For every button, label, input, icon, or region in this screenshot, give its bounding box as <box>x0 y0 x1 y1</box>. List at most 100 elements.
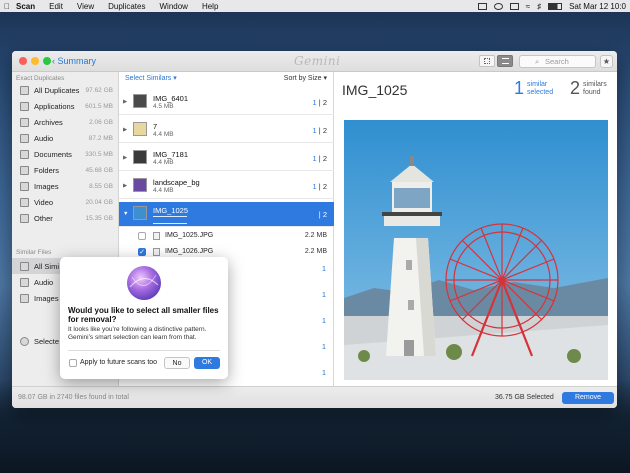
sidebar-item-documents[interactable]: Documents 330.5 MB <box>12 146 119 162</box>
disclosure-open-icon[interactable]: ▼ <box>123 211 128 217</box>
document-icon <box>20 149 29 159</box>
menu-edit[interactable]: Edit <box>49 2 63 11</box>
list-item[interactable]: ▶ IMG_7181 4.4 MB 1 | 2 <box>119 146 334 171</box>
sidebar-item-audio[interactable]: Audio 87.2 MB <box>12 130 119 146</box>
total-found-text: 98.07 GB in 2740 files found in total <box>18 394 129 401</box>
gemini-logo: Gemini <box>294 54 341 68</box>
image-icon <box>20 181 29 191</box>
applications-icon <box>20 101 29 111</box>
apple-menu[interactable]:  <box>4 2 10 11</box>
menu-bar:  Scan Edit View Duplicates Window Help … <box>0 0 630 12</box>
zoom-button[interactable] <box>43 57 51 65</box>
file-checkbox[interactable] <box>138 232 146 240</box>
image-icon <box>20 293 29 303</box>
partial-selection-count: 1 <box>321 290 326 299</box>
select-similars-dropdown[interactable]: Select Similars ▾ <box>125 74 177 82</box>
status-bar: 98.07 GB in 2740 files found in total 36… <box>12 386 617 408</box>
disclosure-closed-icon[interactable]: ▶ <box>123 155 127 161</box>
sidebar-item-images[interactable]: Images 8.55 GB <box>12 178 119 194</box>
thumbnail <box>133 94 147 108</box>
preview-pane: IMG_1025 1 similar selected 2 similars f… <box>334 72 617 386</box>
list-item[interactable]: ▶ 7 4.4 MB 1 | 2 <box>119 118 334 143</box>
ok-button[interactable]: OK <box>194 357 220 369</box>
apply-future-label[interactable]: Apply to future scans too <box>80 359 157 366</box>
selection-count: 1 | 2 <box>312 182 327 191</box>
menubar-clock[interactable]: Sat Mar 12 10:0 <box>569 2 626 11</box>
partial-selection-count: 1 <box>321 316 326 325</box>
sidebar-item-archives[interactable]: Archives 2.06 GB <box>12 114 119 130</box>
partial-selection-count: 1 <box>321 368 326 377</box>
star-icon: ★ <box>602 57 611 66</box>
menu-duplicates[interactable]: Duplicates <box>108 2 145 11</box>
sidebar-item-other[interactable]: Other 15.35 GB <box>12 210 119 226</box>
screen-icon[interactable] <box>477 2 487 10</box>
sidebar-item-all-duplicates[interactable]: All Duplicates 97.62 GB <box>12 82 119 98</box>
disclosure-closed-icon[interactable]: ▶ <box>123 127 127 133</box>
gemini-status-icon[interactable] <box>493 2 503 10</box>
music-note-icon <box>20 277 29 287</box>
smart-selection-popover: Would you like to select all smaller fil… <box>60 257 228 379</box>
gemini-assistant-icon <box>127 266 161 300</box>
title-bar: ‹ Summary Gemini ⌕ Search ★ <box>12 51 617 72</box>
popover-question: Would you like to select all smaller fil… <box>68 306 219 324</box>
file-checkbox[interactable]: ✓ <box>138 248 146 256</box>
chevron-left-icon: ‹ <box>52 56 55 66</box>
search-icon: ⌕ <box>535 57 540 66</box>
sidebar-item-folders[interactable]: Folders 45.68 GB <box>12 162 119 178</box>
selection-count: 1 | 2 <box>312 98 327 107</box>
thumbnail <box>133 122 147 136</box>
list-icon <box>502 58 509 64</box>
menu-app[interactable]: Scan <box>16 2 35 11</box>
popover-divider <box>68 350 220 351</box>
airplay-icon[interactable] <box>509 2 519 10</box>
menu-view[interactable]: View <box>77 2 94 11</box>
popover-description: It looks like you’re following a distinc… <box>68 326 207 341</box>
battery-icon[interactable] <box>548 2 563 10</box>
folder-icon <box>20 85 29 95</box>
image-file-icon <box>153 248 160 256</box>
grid-icon <box>484 58 490 64</box>
list-item[interactable]: ▶ IMG_6401 4.5 MB 1 | 2 <box>119 90 334 115</box>
close-button[interactable] <box>19 57 27 65</box>
search-field[interactable]: ⌕ Search <box>519 55 596 68</box>
menu-help[interactable]: Help <box>202 2 218 11</box>
list-header: Select Similars ▾ Sort by Size ▾ <box>119 72 334 84</box>
archive-icon <box>20 117 29 127</box>
sort-dropdown[interactable]: Sort by Size ▾ <box>284 74 327 82</box>
image-file-icon <box>153 232 160 240</box>
file-row[interactable]: IMG_1025.JPG 2.2 MB <box>119 228 334 244</box>
similar-selected-stat: 1 similar selected <box>514 78 554 98</box>
sidebar-item-applications[interactable]: Applications 601.5 MB <box>12 98 119 114</box>
exact-duplicates-header: Exact Duplicates <box>16 75 65 82</box>
list-item[interactable]: ▶ landscape_bg 4.4 MB 1 | 2 <box>119 174 334 199</box>
partial-selection-count: 1 <box>321 342 326 351</box>
menu-window[interactable]: Window <box>159 2 187 11</box>
back-button[interactable]: ‹ Summary <box>52 56 96 66</box>
volume-icon[interactable]: ♯ <box>537 2 541 11</box>
wifi-icon[interactable]: ≈ <box>526 2 530 11</box>
list-view-button[interactable] <box>497 55 513 67</box>
thumbnail <box>133 178 147 192</box>
apply-future-checkbox[interactable] <box>69 359 77 367</box>
similars-found-stat: 2 similars found <box>570 78 607 98</box>
preview-image <box>344 120 608 380</box>
similar-files-header: Similar Files <box>16 249 52 256</box>
tag-icons <box>153 216 187 224</box>
disclosure-closed-icon[interactable]: ▶ <box>123 183 127 189</box>
remove-button[interactable]: Remove <box>562 392 614 404</box>
favorite-button[interactable]: ★ <box>600 55 613 68</box>
folder-icon <box>20 165 29 175</box>
grid-view-button[interactable] <box>479 55 495 67</box>
file-icon <box>20 213 29 223</box>
list-item[interactable]: ▼ IMG_1025 1 | 2 <box>119 202 334 227</box>
sidebar-item-video[interactable]: Video 20.04 GB <box>12 194 119 210</box>
thumbnail <box>133 150 147 164</box>
selected-size-text: 36.75 GB Selected <box>495 394 554 401</box>
thumbnail <box>133 206 147 220</box>
no-button[interactable]: No <box>164 357 190 369</box>
selection-count: 1 | 2 <box>312 126 327 135</box>
minimize-button[interactable] <box>31 57 39 65</box>
disclosure-closed-icon[interactable]: ▶ <box>123 99 127 105</box>
selection-count: 1 | 2 <box>312 210 327 219</box>
preview-title: IMG_1025 <box>342 82 408 98</box>
